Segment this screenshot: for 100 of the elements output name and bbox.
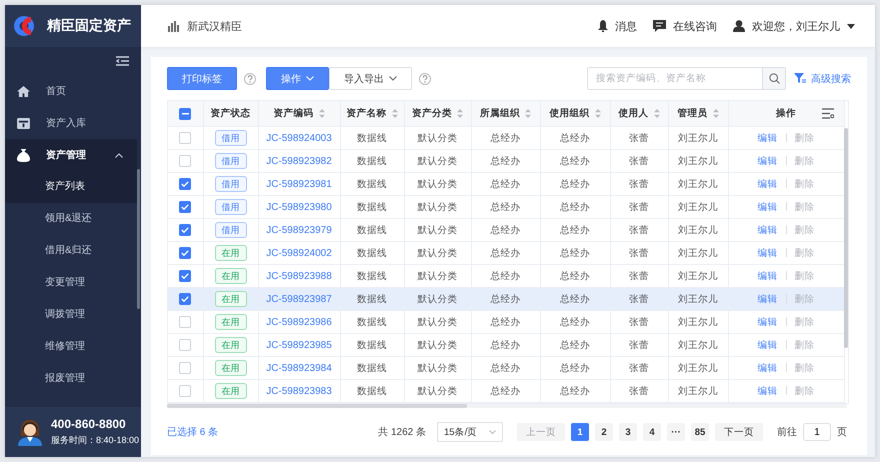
column-header[interactable]: 使用人 <box>610 101 668 126</box>
table-cell: 刘王尔儿 <box>678 248 718 258</box>
submenu-item[interactable]: 维修管理 <box>5 331 137 363</box>
asset-code-link[interactable]: JC-598923982 <box>266 156 332 166</box>
column-header[interactable]: 使用组织 <box>540 101 610 126</box>
edit-link[interactable]: 编辑 <box>758 156 778 166</box>
row-checkbox[interactable] <box>179 293 192 305</box>
column-header[interactable]: 资产编码 <box>258 101 340 126</box>
asset-code-link[interactable]: JC-598924003 <box>266 132 332 144</box>
page-button[interactable]: ··· <box>667 423 685 441</box>
status-tag: 在用 <box>214 314 246 330</box>
edit-link[interactable]: 编辑 <box>758 202 778 212</box>
table-cell: 总经办 <box>490 202 520 212</box>
submenu-item[interactable]: 变更管理 <box>5 267 137 299</box>
column-header[interactable]: 资产名称 <box>340 101 404 126</box>
search-field[interactable]: 搜索资产编码、资产名称 <box>587 67 786 90</box>
page-button[interactable]: 4 <box>643 423 661 441</box>
chevron-icon <box>389 76 397 81</box>
table-cell: 总经办 <box>560 224 590 236</box>
submenu-item[interactable]: 借用&归还 <box>5 235 137 267</box>
page-button[interactable]: 85 <box>691 423 709 441</box>
search-button[interactable] <box>762 68 785 89</box>
dropdown-button[interactable]: 导入导出 <box>329 67 412 90</box>
user-menu[interactable]: 欢迎您，刘王尔儿 <box>733 18 855 34</box>
submenu-item[interactable]: 领用&退还 <box>5 203 137 235</box>
status-tag: 借用 <box>214 176 246 192</box>
asset-code-link[interactable]: JC-598923988 <box>266 270 332 282</box>
page-button[interactable]: 3 <box>619 423 637 441</box>
asset-code-link[interactable]: JC-598923979 <box>266 224 332 236</box>
table-cell: 总经办 <box>560 202 590 212</box>
row-checkbox[interactable] <box>179 178 192 190</box>
row-checkbox[interactable] <box>179 247 192 259</box>
help-icon[interactable] <box>419 72 431 84</box>
row-checkbox[interactable] <box>179 201 192 213</box>
table-cell: 总经办 <box>490 224 520 236</box>
edit-link[interactable]: 编辑 <box>758 362 778 374</box>
asset-code-link[interactable]: JC-598924002 <box>266 248 332 258</box>
asset-code-link[interactable]: JC-598923986 <box>266 316 332 328</box>
menu-item[interactable]: 首页 <box>5 75 137 107</box>
sort-icon[interactable] <box>318 109 324 118</box>
table-cell: 总经办 <box>560 248 590 258</box>
page-number-field[interactable]: 1 <box>803 423 831 441</box>
table-cell: 数据线 <box>357 270 387 282</box>
sort-icon[interactable] <box>594 109 600 118</box>
sort-icon[interactable] <box>712 109 718 118</box>
row-checkbox[interactable] <box>179 224 192 236</box>
table-cell: 张蕾 <box>629 316 649 328</box>
asset-code-link[interactable]: JC-598923983 <box>266 386 332 396</box>
select-all-checkbox[interactable] <box>179 108 192 120</box>
edit-link[interactable]: 编辑 <box>758 316 778 328</box>
support-agent-icon <box>17 418 43 446</box>
edit-link[interactable]: 编辑 <box>758 386 778 396</box>
sort-icon[interactable] <box>525 109 531 118</box>
sort-icon[interactable] <box>457 109 463 118</box>
asset-code-link[interactable]: JC-598923984 <box>266 362 332 374</box>
menu-item[interactable]: 资产管理 <box>5 139 137 171</box>
asset-code-link[interactable]: JC-598923985 <box>266 340 332 350</box>
help-icon[interactable] <box>244 72 256 84</box>
chat-icon <box>653 20 666 32</box>
menu-collapse-icon[interactable] <box>116 56 129 66</box>
messages-link[interactable]: 消息 <box>598 18 637 34</box>
table-cell: 张蕾 <box>629 224 649 236</box>
page-button[interactable]: 1 <box>571 423 589 441</box>
table-cell: 默认分类 <box>418 202 458 212</box>
column-header[interactable]: 资产分类 <box>404 101 471 126</box>
scrollbar[interactable] <box>844 128 848 348</box>
asset-code-link[interactable]: JC-598923981 <box>266 178 332 190</box>
online-consult-link[interactable]: 在线咨询 <box>653 18 717 34</box>
scrollbar[interactable] <box>137 169 140 309</box>
menu-item[interactable]: 资产入库 <box>5 107 137 139</box>
checkmark-icon <box>181 181 190 187</box>
advanced-search-link[interactable]: 高级搜索 <box>794 72 851 86</box>
asset-code-link[interactable]: JC-598923980 <box>266 202 332 212</box>
edit-link[interactable]: 编辑 <box>758 340 778 350</box>
edit-link[interactable]: 编辑 <box>758 224 778 236</box>
edit-link[interactable]: 编辑 <box>758 294 778 304</box>
column-header[interactable]: 资产状态 <box>203 101 258 126</box>
caret-icon <box>847 24 855 28</box>
submenu-item[interactable]: 调拨管理 <box>5 299 137 331</box>
column-header[interactable]: 操作 <box>728 101 844 126</box>
table-cell: 总经办 <box>560 294 590 304</box>
table-cell: 总经办 <box>490 248 520 258</box>
column-settings-icon[interactable] <box>822 108 834 119</box>
sort-icon[interactable] <box>654 109 660 118</box>
row-checkbox[interactable] <box>179 270 192 282</box>
edit-link[interactable]: 编辑 <box>758 178 778 190</box>
next-page-button[interactable]: 下一页 <box>715 423 763 441</box>
table-cell: 默认分类 <box>418 248 458 258</box>
column-header[interactable]: 所属组织 <box>471 101 540 126</box>
table-cell: 总经办 <box>560 362 590 374</box>
submenu-item[interactable]: 报废管理 <box>5 363 137 395</box>
edit-link[interactable]: 编辑 <box>758 248 778 258</box>
edit-link[interactable]: 编辑 <box>758 132 778 144</box>
table-cell: 数据线 <box>357 316 387 328</box>
edit-link[interactable]: 编辑 <box>758 270 778 282</box>
page-size-select[interactable]: 15条/页 <box>437 422 503 442</box>
sort-icon[interactable] <box>392 109 398 118</box>
page-button[interactable]: 2 <box>595 423 613 441</box>
table-cell: 刘王尔儿 <box>678 316 718 328</box>
column-header[interactable]: 管理员 <box>668 101 728 126</box>
